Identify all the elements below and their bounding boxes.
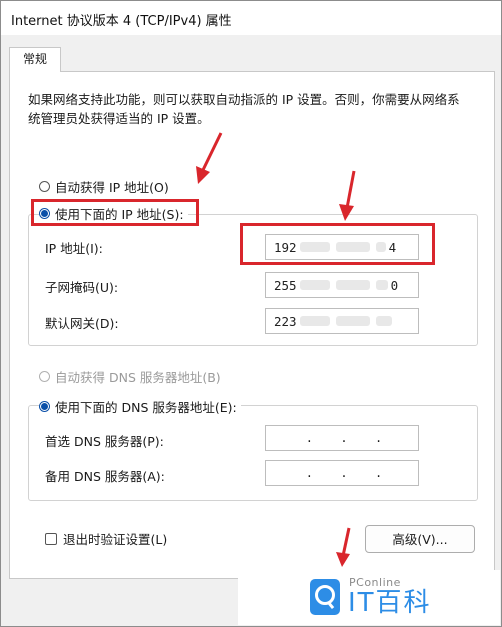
redacted-segment [299,316,330,326]
radio-auto-dns-label: 自动获得 DNS 服务器地址(B) [55,370,221,385]
highlight-ip-address-field [240,223,435,265]
description-text: 如果网络支持此功能，则可以获取自动指派的 IP 设置。否则，你需要从网络系统管理… [28,92,460,126]
window-title: Internet 协议版本 4 (TCP/IPv4) 属性 [11,14,232,29]
alternate-dns-input[interactable]: ... [265,460,419,486]
annotation-arrow-icon [336,527,351,567]
redacted-segment [375,316,392,326]
ip-address-label: IP 地址(I): [45,241,103,256]
subnet-mask-input[interactable]: 255 0 [265,272,419,298]
dialog-window: Internet 协议版本 4 (TCP/IPv4) 属性 常规 如果网络支持此… [0,0,502,627]
highlight-manual-ip-radio [31,199,199,226]
redacted-segment [335,316,370,326]
preferred-dns-input[interactable]: ... [265,425,419,451]
redacted-segment [375,280,388,290]
redacted-segment [299,280,330,290]
radio-auto-dns[interactable]: 自动获得 DNS 服务器地址(B) [39,367,221,386]
annotation-arrow-icon [339,170,356,221]
radio-auto-dns-circle[interactable] [39,371,50,382]
preferred-dns-label: 首选 DNS 服务器(P): [45,434,164,449]
advanced-button[interactable]: 高级(V)... [365,525,475,553]
radio-manual-dns[interactable]: 使用下面的 DNS 服务器地址(E): [39,397,241,416]
watermark-brand-big: IT百科 [348,588,432,618]
tab-general[interactable]: 常规 [9,47,61,72]
radio-auto-ip-label: 自动获得 IP 地址(O) [55,180,169,195]
default-gateway-label: 默认网关(D): [45,316,119,331]
radio-manual-dns-circle[interactable] [39,401,50,412]
redacted-segment [335,280,370,290]
magnifier-logo-icon [310,579,340,615]
title-bar[interactable]: Internet 协议版本 4 (TCP/IPv4) 属性 [1,1,501,35]
radio-auto-ip[interactable]: 自动获得 IP 地址(O) [39,177,169,196]
validate-settings-label: 退出时验证设置(L) [63,532,168,547]
default-gateway-input[interactable]: 223 [265,308,419,334]
watermark-logo: PConline IT百科 [238,570,500,625]
alternate-dns-label: 备用 DNS 服务器(A): [45,469,165,484]
validate-settings-checkbox[interactable]: 退出时验证设置(L) [45,529,167,548]
radio-manual-dns-label: 使用下面的 DNS 服务器地址(E): [55,400,237,415]
dns-settings-group [28,405,478,501]
radio-auto-ip-circle[interactable] [39,181,50,192]
subnet-mask-label: 子网掩码(U): [45,280,119,295]
validate-settings-box[interactable] [45,532,57,545]
annotation-arrow-icon [196,132,223,184]
